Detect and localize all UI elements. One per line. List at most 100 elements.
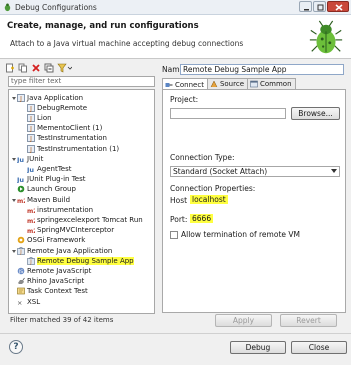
tree-item-label: Lion: [37, 113, 52, 122]
project-input[interactable]: [170, 108, 286, 119]
configuration-editor-pane: Name: Remote Debug Sample App Connect So…: [158, 61, 346, 331]
xsl-icon: ×: [17, 299, 22, 306]
tree-item[interactable]: J Lion: [21, 113, 52, 122]
tree-item-label: JUnit: [27, 154, 44, 163]
tab-common[interactable]: Common: [247, 78, 296, 89]
name-input[interactable]: Remote Debug Sample App: [180, 64, 344, 75]
tree-category[interactable]: Ju JUnit Plug-in Test: [11, 175, 86, 184]
filter-icon: [57, 63, 73, 73]
svg-text:Ju: Ju: [27, 166, 34, 173]
delete-icon: [32, 64, 40, 72]
tree-item-label: MementoClient (1): [37, 124, 103, 133]
collapse-all-icon: [44, 63, 54, 73]
maven-icon: m2: [27, 228, 35, 234]
tree-category[interactable]: × XSL: [11, 297, 40, 306]
tree-item-label: Remote JavaScript: [27, 266, 92, 275]
tree-category[interactable]: Launch Group: [11, 185, 76, 194]
footer-divider: [0, 333, 351, 334]
configuration-tree: J Java Application J DebugRemote J Lion J Memen…: [8, 89, 155, 314]
filter-input[interactable]: type filter text: [8, 76, 155, 87]
duplicate-button[interactable]: [18, 63, 28, 73]
help-button[interactable]: ?: [9, 340, 23, 354]
port-input[interactable]: 6666: [188, 214, 248, 225]
new-config-icon: [6, 63, 14, 73]
tree-item[interactable]: m2SpringMVCInterceptor: [21, 226, 114, 235]
svg-text:J: J: [19, 249, 21, 254]
svg-text:J: J: [29, 126, 32, 133]
window-title: Debug Configurations: [15, 3, 97, 12]
svg-text:J: J: [29, 115, 32, 122]
allow-termination-checkbox[interactable]: [170, 231, 178, 239]
tree-category[interactable]: Ju JUnit: [11, 154, 43, 163]
maximize-button[interactable]: [313, 1, 326, 12]
maximize-icon: [317, 4, 324, 11]
launch-group-icon: [17, 185, 25, 193]
svg-text:J: J: [19, 95, 22, 102]
tree-item[interactable]: J TestInstrumentation: [21, 134, 107, 143]
filter-status: Filter matched 39 of 42 items: [10, 316, 114, 324]
tree-category[interactable]: m2Maven Build: [11, 195, 70, 204]
junit-plugin-icon: Ju: [17, 176, 24, 183]
tree-item[interactable]: Ju AgentTest: [21, 164, 72, 173]
tree-item-selected[interactable]: J Remote Debug Sample App: [21, 256, 134, 265]
header-title: Create, manage, and run configurations: [7, 21, 199, 31]
tree-item-label: Task Context Test: [27, 287, 88, 296]
close-button[interactable]: Close: [291, 341, 347, 354]
maven-icon: m2: [27, 218, 35, 224]
tree-item-label: Remote Debug Sample App: [37, 256, 134, 265]
tree-item-label: Remote Java Application: [27, 246, 113, 255]
svg-text:m2: m2: [27, 228, 35, 234]
filter-button[interactable]: [57, 63, 73, 73]
debug-app-icon: [4, 3, 11, 12]
minimize-button[interactable]: [299, 1, 312, 12]
tree-category[interactable]: Rhino JavaScript: [11, 277, 84, 286]
revert-button[interactable]: Revert: [280, 314, 337, 327]
svg-text:m2: m2: [17, 198, 25, 204]
close-window-button[interactable]: [327, 1, 349, 12]
svg-text:JS: JS: [18, 269, 23, 275]
tree-item[interactable]: J TestInstrumentation (1): [21, 144, 119, 153]
host-input[interactable]: localhost: [188, 195, 248, 206]
browse-button[interactable]: Browse...: [291, 107, 340, 120]
tree-item[interactable]: m2instrumentation: [21, 205, 93, 214]
delete-button[interactable]: [31, 63, 41, 73]
debug-button[interactable]: Debug: [230, 341, 286, 354]
tree-item-label: instrumentation: [37, 205, 94, 214]
svg-text:Ju: Ju: [17, 156, 24, 163]
tree-item[interactable]: J MementoClient (1): [21, 124, 102, 133]
minimize-icon: [304, 9, 309, 11]
tab-common-label: Common: [260, 80, 292, 88]
config-toolbar: [5, 61, 73, 75]
host-label: Host:: [170, 196, 190, 205]
rhino-icon: [18, 277, 25, 285]
tree-category[interactable]: OSGi Framework: [11, 236, 85, 245]
tree-item-label: Maven Build: [27, 195, 71, 204]
new-config-button[interactable]: [5, 63, 15, 73]
tab-source[interactable]: Source: [206, 78, 248, 89]
connection-properties-label: Connection Properties:: [170, 184, 256, 193]
apply-button[interactable]: Apply: [215, 314, 272, 327]
tree-item-label: OSGi Framework: [27, 236, 86, 245]
help-icon: ?: [13, 342, 19, 352]
port-label: Port:: [170, 215, 188, 224]
tree-category[interactable]: JS Remote JavaScript: [11, 266, 91, 275]
connection-type-select[interactable]: Standard (Socket Attach): [170, 166, 340, 177]
svg-text:J: J: [29, 136, 32, 143]
collapse-all-button[interactable]: [44, 63, 54, 73]
tree-category[interactable]: J Java Application: [11, 93, 83, 102]
port-value: 6666: [190, 214, 214, 223]
connect-tab-panel: Project: Browse... Connection Type: Stan…: [162, 89, 346, 313]
remote-java-icon: J: [27, 256, 35, 265]
tree-category[interactable]: Task Context Test: [11, 287, 88, 296]
tree-item-label: AgentTest: [37, 164, 72, 173]
tree-item[interactable]: m2springexcelexport Tomcat Run: [21, 215, 143, 224]
tree-item[interactable]: J DebugRemote: [21, 103, 87, 112]
svg-text:×: ×: [17, 299, 22, 306]
tree-category[interactable]: J Remote Java Application: [11, 246, 112, 255]
tree-item-label: DebugRemote: [37, 103, 88, 112]
tree-item-label: TestInstrumentation: [37, 134, 107, 143]
svg-text:Ju: Ju: [17, 176, 24, 183]
remote-js-icon: JS: [17, 267, 25, 275]
editor-tabs: Connect Source Common: [162, 78, 296, 90]
java-launch-icon: J: [27, 124, 35, 132]
